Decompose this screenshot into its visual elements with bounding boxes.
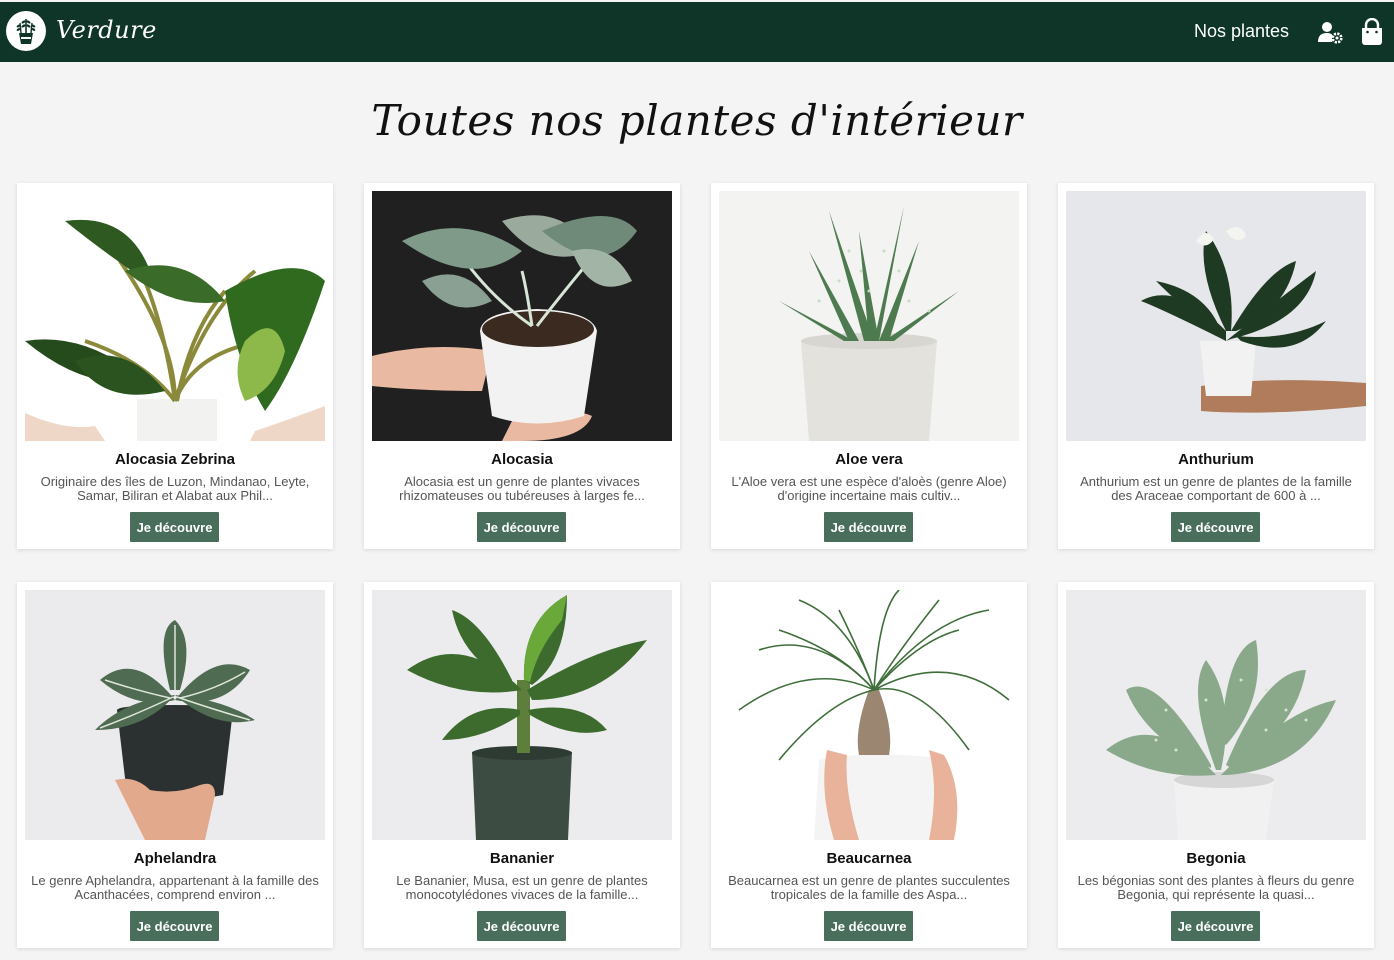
product-card: Bananier Le Bananier, Musa, est un genre… (364, 582, 680, 948)
logo-icon[interactable] (6, 11, 46, 51)
product-card: Begonia Les bégonias sont des plantes à … (1058, 582, 1374, 948)
product-name: Beaucarnea (826, 850, 912, 867)
shopping-bag-icon[interactable] (1358, 17, 1386, 46)
discover-button[interactable]: Je découvre (824, 911, 913, 941)
product-name: Bananier (489, 850, 555, 867)
discover-button[interactable]: Je découvre (130, 512, 219, 542)
discover-button[interactable]: Je découvre (477, 512, 566, 542)
product-name: Alocasia Zebrina (114, 451, 236, 468)
nav-link-plants[interactable]: Nos plantes (1194, 21, 1289, 42)
product-card: Anthurium Anthurium est un genre de plan… (1058, 183, 1374, 549)
aloe-vera-photo (719, 191, 1019, 441)
discover-button[interactable]: Je découvre (477, 911, 566, 941)
product-description: Le Bananier, Musa, est un genre de plant… (396, 874, 648, 902)
product-name: Aloe vera (835, 451, 903, 468)
product-card: Aphelandra Le genre Aphelandra, apparten… (17, 582, 333, 948)
bananier-photo (372, 590, 672, 840)
product-description: Le genre Aphelandra, appartenant à la fa… (31, 874, 319, 902)
product-image[interactable] (1066, 590, 1366, 840)
navbar: Verdure Nos plantes (0, 2, 1394, 62)
anthurium-photo (1066, 191, 1366, 441)
product-description: Originaire des îles de Luzon, Mindanao, … (40, 475, 310, 503)
user-settings-icon[interactable] (1316, 18, 1344, 46)
beaucarnea-photo (719, 590, 1019, 840)
product-image[interactable] (25, 191, 325, 441)
discover-button[interactable]: Je découvre (130, 911, 219, 941)
product-image[interactable] (719, 590, 1019, 840)
product-image[interactable] (372, 191, 672, 441)
product-image[interactable] (372, 590, 672, 840)
discover-button[interactable]: Je découvre (1171, 911, 1260, 941)
product-name: Aphelandra (133, 850, 217, 867)
product-image[interactable] (1066, 191, 1366, 441)
product-name: Anthurium (1178, 451, 1254, 468)
aphelandra-photo (25, 590, 325, 840)
product-description: Beaucarnea est un genre de plantes succu… (728, 874, 1010, 902)
product-description: Anthurium est un genre de plantes de la … (1080, 475, 1352, 503)
discover-button[interactable]: Je découvre (824, 512, 913, 542)
product-card: Beaucarnea Beaucarnea est un genre de pl… (711, 582, 1027, 948)
alocasia-zebrina-photo (25, 191, 325, 441)
product-name: Alocasia (491, 451, 553, 468)
discover-button[interactable]: Je découvre (1171, 512, 1260, 542)
product-card: Aloe vera L'Aloe vera est une espèce d'a… (711, 183, 1027, 549)
product-image[interactable] (25, 590, 325, 840)
page-title: Toutes nos plantes d'intérieur (371, 96, 1023, 145)
product-image[interactable] (719, 191, 1019, 441)
product-description: L'Aloe vera est une espèce d'aloès (genr… (731, 475, 1007, 503)
begonia-photo (1066, 590, 1366, 840)
product-name: Begonia (1186, 850, 1246, 867)
brand-name[interactable]: Verdure (56, 16, 157, 44)
product-description: Alocasia est un genre de plantes vivaces… (399, 475, 645, 503)
alocasia-photo (372, 191, 672, 441)
product-description: Les bégonias sont des plantes à fleurs d… (1077, 874, 1355, 902)
product-card: Alocasia Alocasia est un genre de plante… (364, 183, 680, 549)
product-card: Alocasia Zebrina Originaire des îles de … (17, 183, 333, 549)
